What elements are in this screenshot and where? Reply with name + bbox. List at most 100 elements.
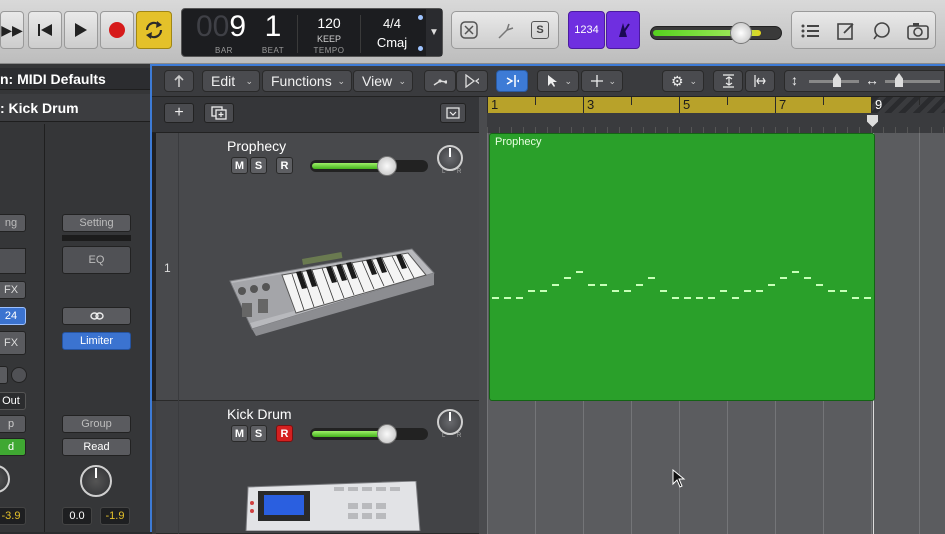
midi-note[interactable]: [600, 284, 607, 286]
strip1-send-knob[interactable]: [0, 366, 8, 384]
midi-note[interactable]: [492, 297, 499, 299]
midi-note[interactable]: [804, 277, 811, 279]
midi-note[interactable]: [792, 271, 799, 273]
note-pad-button[interactable]: [834, 19, 858, 43]
midi-note[interactable]: [516, 297, 523, 299]
arrange-area[interactable]: 1 3 5 7 9 Prophecy: [479, 97, 945, 534]
strip1-output-button[interactable]: Out: [0, 392, 26, 410]
record-enable-button[interactable]: R: [276, 425, 293, 442]
vertical-auto-zoom-button[interactable]: [713, 70, 743, 92]
midi-note[interactable]: [816, 284, 823, 286]
strip2-automation-button[interactable]: Read: [62, 438, 131, 456]
midi-note[interactable]: [576, 271, 583, 273]
count-in-button[interactable]: 1234: [568, 11, 605, 49]
strip2-eq-button[interactable]: EQ: [62, 246, 131, 274]
bar-ruler[interactable]: 1 3 5 7 9: [487, 97, 945, 133]
catch-playhead-button[interactable]: [496, 70, 528, 92]
midi-note[interactable]: [660, 290, 667, 292]
midi-note[interactable]: [744, 290, 751, 292]
strip1-volume-readout[interactable]: -3.9: [0, 507, 26, 525]
midi-note[interactable]: [708, 297, 715, 299]
strip1-instrument-slot[interactable]: 24: [0, 307, 26, 325]
midi-note[interactable]: [648, 277, 655, 279]
midi-note[interactable]: [840, 290, 847, 292]
strip1-setting-button[interactable]: ng: [0, 214, 26, 232]
automation-button[interactable]: [424, 70, 456, 92]
midi-note[interactable]: [696, 297, 703, 299]
lcd-display[interactable]: 009 BAR 1 BEAT 120 KEEP TEMPO 4/4 Cmaj ▼: [181, 8, 443, 57]
strip2-pan-readout[interactable]: 0.0: [62, 507, 92, 525]
edit-menu[interactable]: Edit ⌄: [202, 70, 260, 92]
midi-note[interactable]: [852, 297, 859, 299]
midi-note[interactable]: [732, 297, 739, 299]
midi-note[interactable]: [780, 277, 787, 279]
volume-knob[interactable]: [377, 156, 397, 176]
region-inspector-header[interactable]: n: MIDI Defaults: [0, 68, 150, 90]
solo-button[interactable]: S: [529, 19, 551, 41]
snap-settings-menu[interactable]: ⚙ ⌄: [662, 70, 704, 92]
add-track-button[interactable]: +: [164, 103, 194, 123]
midi-note[interactable]: [684, 297, 691, 299]
midi-note[interactable]: [612, 290, 619, 292]
midi-note[interactable]: [564, 277, 571, 279]
volume-knob[interactable]: [377, 424, 397, 444]
midi-note[interactable]: [504, 297, 511, 299]
midi-note[interactable]: [552, 284, 559, 286]
horizontal-auto-zoom-button[interactable]: [745, 70, 775, 92]
tuner-button[interactable]: [494, 19, 516, 41]
volume-slider[interactable]: [310, 156, 428, 176]
midi-note[interactable]: [768, 284, 775, 286]
record-enable-button[interactable]: R: [276, 157, 293, 174]
strip1-group-button[interactable]: p: [0, 415, 26, 433]
strip2-link-button[interactable]: [62, 307, 131, 325]
strip1-midi-fx-button[interactable]: FX: [0, 281, 26, 299]
midi-note[interactable]: [720, 290, 727, 292]
strip1-pan-knob[interactable]: [0, 465, 10, 493]
mute-button[interactable]: M: [231, 425, 248, 442]
midi-note[interactable]: [828, 290, 835, 292]
browsers-button[interactable]: [905, 19, 931, 43]
track-inspector-header[interactable]: : Kick Drum: [0, 94, 150, 122]
track-name[interactable]: Kick Drum: [227, 406, 292, 422]
back-button[interactable]: [164, 70, 194, 92]
solo-button[interactable]: S: [250, 157, 267, 174]
pointer-tool-menu[interactable]: ⌄: [537, 70, 579, 92]
go-to-beginning-button[interactable]: [28, 11, 62, 49]
view-menu[interactable]: View ⌄: [353, 70, 413, 92]
midi-note[interactable]: [864, 297, 871, 299]
midi-note[interactable]: [528, 290, 535, 292]
midi-note[interactable]: [756, 290, 763, 292]
track-row-prophecy[interactable]: 1 Prophecy M S R L R: [152, 133, 479, 401]
strip2-limiter-plugin[interactable]: Limiter: [62, 332, 131, 350]
global-tracks-button[interactable]: [440, 103, 466, 123]
flex-button[interactable]: [456, 70, 488, 92]
strip1-automation-button[interactable]: d: [0, 438, 26, 456]
vertical-zoom-knob[interactable]: [833, 73, 841, 87]
fast-forward-button[interactable]: ▶▶: [0, 11, 24, 49]
track-name[interactable]: Prophecy: [227, 138, 286, 154]
master-volume-slider[interactable]: [650, 22, 782, 44]
lcd-mode-dropdown[interactable]: ▼: [426, 9, 442, 56]
solo-button[interactable]: S: [250, 425, 267, 442]
cycle-button[interactable]: [136, 11, 172, 49]
strip2-volume-readout[interactable]: -1.9: [100, 507, 130, 525]
horizontal-zoom-slider[interactable]: [885, 80, 940, 83]
record-button[interactable]: [100, 11, 134, 49]
strip1-send-dial-icon[interactable]: [11, 367, 27, 383]
mute-button[interactable]: M: [231, 157, 248, 174]
play-button[interactable]: [64, 11, 98, 49]
playhead-handle[interactable]: [867, 115, 878, 127]
pan-knob[interactable]: [437, 145, 463, 171]
horizontal-zoom-knob[interactable]: [895, 73, 903, 87]
midi-note[interactable]: [636, 284, 643, 286]
midi-note[interactable]: [672, 297, 679, 299]
replace-button[interactable]: [458, 19, 480, 41]
strip2-setting-button[interactable]: Setting: [62, 214, 131, 232]
strip1-eq-display[interactable]: [0, 248, 26, 274]
midi-note[interactable]: [588, 284, 595, 286]
midi-note[interactable]: [540, 290, 547, 292]
volume-slider[interactable]: [310, 424, 428, 444]
midi-region-prophecy[interactable]: Prophecy: [489, 133, 875, 401]
midi-note[interactable]: [624, 290, 631, 292]
pan-knob[interactable]: [437, 409, 463, 435]
